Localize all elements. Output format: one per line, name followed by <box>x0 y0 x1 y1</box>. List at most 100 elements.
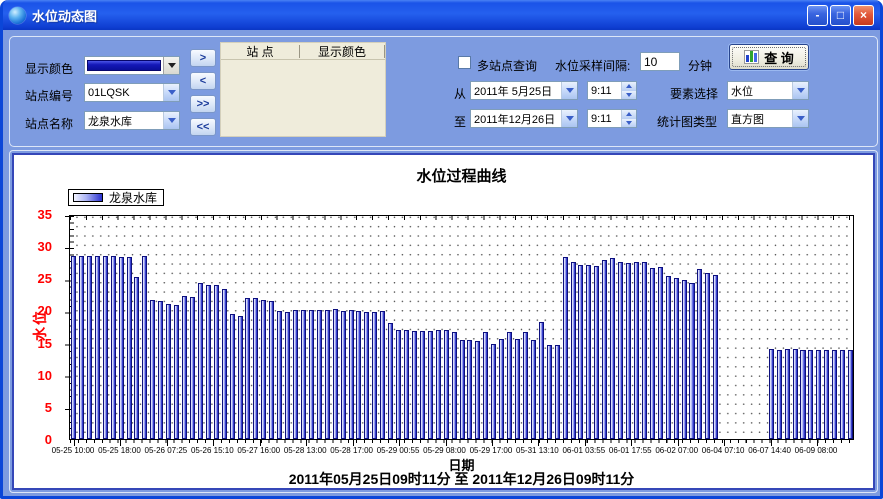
bar <box>610 258 615 439</box>
bar <box>602 260 607 439</box>
bar <box>578 265 583 439</box>
bar <box>586 265 591 439</box>
bar <box>650 268 655 439</box>
plot-area <box>69 215 854 440</box>
interval-unit-label: 分钟 <box>688 57 712 74</box>
x-tick-label: 05-29 08:00 <box>423 446 466 455</box>
bar <box>317 310 322 439</box>
bar <box>475 341 480 439</box>
x-tick-label: 05-26 15:10 <box>191 446 234 455</box>
element-combobox[interactable]: 水位 <box>727 81 809 100</box>
y-tick-label: 5 <box>45 400 52 415</box>
focus-rect <box>732 47 806 67</box>
move-left-button[interactable]: < <box>190 72 216 90</box>
close-button[interactable]: × <box>853 5 874 26</box>
x-tick-label: 05-26 07:25 <box>145 446 188 455</box>
multi-station-checkbox[interactable] <box>458 56 471 69</box>
display-color-dropdown[interactable] <box>84 56 180 75</box>
x-major-tick <box>120 439 121 446</box>
top-ticks <box>70 216 853 220</box>
chevron-down-icon[interactable] <box>163 84 179 101</box>
bar <box>539 322 544 439</box>
chevron-down-icon[interactable] <box>561 82 577 99</box>
station-id-value: 01LQSK <box>85 87 163 99</box>
station-id-combobox[interactable]: 01LQSK <box>84 83 180 102</box>
maximize-button[interactable]: □ <box>830 5 851 26</box>
chevron-down-icon[interactable] <box>163 57 179 74</box>
chevron-down-icon[interactable] <box>163 112 179 129</box>
station-id-label: 站点编号 <box>25 87 73 104</box>
display-color-label: 显示颜色 <box>25 60 73 77</box>
chart-title: 水位过程曲线 <box>69 165 854 186</box>
chevron-down-icon[interactable] <box>561 110 577 127</box>
app-window: 水位动态图 - □ × 显示颜色 站点编号 01LQSK 站点名称 龙泉水库 >… <box>0 0 883 499</box>
move-right-button[interactable]: > <box>190 49 216 67</box>
chart-type-label: 统计图类型 <box>657 113 717 130</box>
bar <box>380 311 385 439</box>
x-major-tick <box>399 439 400 446</box>
interval-label: 水位采样间隔: <box>555 57 630 74</box>
from-date-picker[interactable]: 2011年 5月25日 <box>470 81 578 100</box>
bar <box>396 330 401 439</box>
interval-input[interactable] <box>640 52 680 71</box>
x-tick-label: 06-02 07:00 <box>655 446 698 455</box>
bar <box>150 300 155 440</box>
station-list[interactable]: 站 点 显示颜色 <box>220 42 386 137</box>
x-tick-label: 05-25 18:00 <box>98 446 141 455</box>
x-major-tick <box>585 439 586 446</box>
header-separator <box>384 45 385 58</box>
x-tick-label: 05-29 17:00 <box>470 446 513 455</box>
to-label: 至 <box>454 113 466 130</box>
bar <box>182 296 187 439</box>
bar <box>499 339 504 439</box>
bar <box>285 312 290 439</box>
bar <box>491 344 496 439</box>
x-tick-label: 06-01 17:55 <box>609 446 652 455</box>
title-bar[interactable]: 水位动态图 - □ × <box>3 0 880 30</box>
query-button[interactable]: 查 询 <box>729 44 809 70</box>
spinner-buttons[interactable] <box>621 110 636 127</box>
to-time-spinner[interactable]: 9:11 <box>587 109 637 128</box>
x-tick-label: 05-29 00:55 <box>377 446 420 455</box>
x-major-tick <box>817 439 818 446</box>
globe-icon <box>9 7 26 24</box>
minimize-button[interactable]: - <box>807 5 828 26</box>
from-time-spinner[interactable]: 9:11 <box>587 81 637 100</box>
bar <box>793 349 798 439</box>
bar <box>515 339 520 439</box>
x-tick-label: 05-28 17:00 <box>330 446 373 455</box>
bar <box>666 276 671 439</box>
bar <box>507 332 512 439</box>
move-all-right-button[interactable]: >> <box>190 95 216 113</box>
arrow-up-icon <box>626 112 632 116</box>
bottom-minor-ticks <box>70 439 853 443</box>
bar <box>571 262 576 439</box>
from-label: 从 <box>454 85 466 102</box>
bar <box>634 262 639 439</box>
chevron-down-icon[interactable] <box>792 110 808 127</box>
spinner-buttons[interactable] <box>621 82 636 99</box>
bar <box>388 323 393 439</box>
bar <box>190 297 195 439</box>
bar <box>412 331 417 439</box>
bar <box>705 273 710 440</box>
bar <box>87 256 92 439</box>
to-date-picker[interactable]: 2011年12月26日 <box>470 109 578 128</box>
bar <box>333 309 338 439</box>
control-panel: 显示颜色 站点编号 01LQSK 站点名称 龙泉水库 > < >> << 站 点… <box>9 36 878 147</box>
station-name-combobox[interactable]: 龙泉水库 <box>84 111 180 130</box>
from-date-value: 2011年 5月25日 <box>471 83 561 99</box>
x-tick-label: 05-28 13:00 <box>284 446 327 455</box>
chart-type-combobox[interactable]: 直方图 <box>727 109 809 128</box>
chart-subtitle: 2011年05月25日09时11分 至 2011年12月26日09时11分 <box>69 469 854 489</box>
chevron-down-icon[interactable] <box>792 82 808 99</box>
move-all-left-button[interactable]: << <box>190 118 216 136</box>
bar <box>325 310 330 439</box>
bar <box>626 263 631 439</box>
chart-legend: 龙泉水库 <box>68 189 164 206</box>
bar <box>682 280 687 439</box>
arrow-down-icon <box>626 121 632 125</box>
bar <box>253 298 258 439</box>
bar <box>428 331 433 439</box>
bar <box>158 301 163 439</box>
